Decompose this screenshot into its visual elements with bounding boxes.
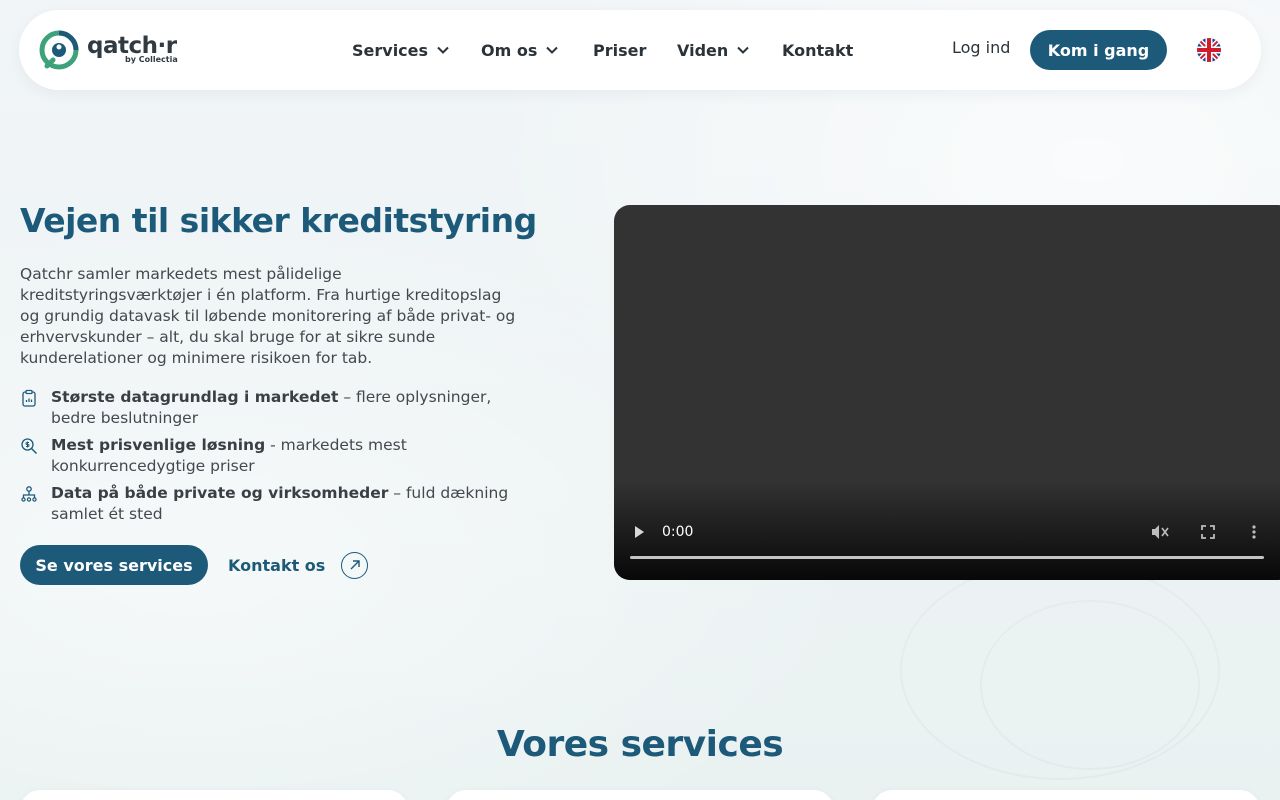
hero-lead: Qatchr samler markedets mest pålidelige …	[20, 265, 516, 367]
price-search-icon	[21, 438, 38, 455]
service-card[interactable]	[20, 790, 408, 800]
video-controls-overlay	[614, 480, 1280, 580]
nav-item-priser[interactable]: Priser	[593, 38, 646, 62]
nav-item-kontakt[interactable]: Kontakt	[782, 38, 853, 62]
nav-item-label: Priser	[593, 40, 647, 60]
feature-list: Største datagrundlag i markedet – flere …	[20, 387, 530, 531]
clipboard-chart-icon	[22, 389, 36, 407]
nav-item-label: Services	[352, 40, 429, 60]
list-item: Mest prisvenlige løsning - markedets mes…	[20, 435, 530, 477]
brand-logo[interactable]: qatch·r by Collectia	[39, 30, 179, 70]
chevron-down-icon	[737, 46, 749, 54]
navbar: qatch·r by Collectia Services Om os Pris…	[19, 10, 1261, 90]
get-started-button[interactable]: Kom i gang	[1030, 30, 1167, 70]
see-services-button[interactable]: Se vores services	[20, 545, 208, 585]
feature-title: Data på både private og virksomheder	[51, 484, 389, 502]
contact-us-label: Kontakt os	[228, 555, 326, 575]
service-card[interactable]	[446, 790, 834, 800]
nav-item-om-os[interactable]: Om os	[481, 38, 559, 62]
nav-item-label: Om os	[481, 40, 538, 60]
video-progress-bar[interactable]	[630, 556, 1264, 559]
play-icon[interactable]	[632, 524, 646, 540]
video-player[interactable]: 0:00	[614, 205, 1280, 580]
services-title: Vores services	[496, 724, 784, 765]
chevron-down-icon	[546, 46, 559, 54]
contact-us-link[interactable]: Kontakt os	[228, 550, 369, 580]
brand-sub: by Collectia	[125, 55, 178, 64]
feature-title: Største datagrundlag i markedet	[51, 388, 339, 406]
nav-item-services[interactable]: Services	[352, 38, 450, 62]
nav-item-label: Kontakt	[782, 40, 854, 60]
nav-item-label: Viden	[677, 40, 729, 60]
list-item: Største datagrundlag i markedet – flere …	[20, 387, 530, 429]
qatchr-logo-icon	[39, 30, 79, 70]
feature-title: Mest prisvenlige løsning	[51, 436, 266, 454]
arrow-up-right-icon	[341, 551, 369, 579]
video-time: 0:00	[662, 524, 694, 540]
chevron-down-icon	[437, 46, 449, 54]
more-options-icon[interactable]	[1251, 524, 1257, 540]
org-chart-icon	[21, 486, 37, 502]
service-card[interactable]	[872, 790, 1260, 800]
hero-title: Vejen til sikker kreditstyring	[20, 201, 537, 240]
fullscreen-icon[interactable]	[1200, 524, 1216, 540]
nav-item-viden[interactable]: Viden	[677, 38, 750, 62]
list-item: Data på både private og virksomheder – f…	[20, 483, 530, 525]
mute-icon[interactable]	[1150, 523, 1170, 541]
uk-flag-icon[interactable]	[1197, 38, 1221, 62]
login-link[interactable]: Log ind	[952, 38, 1010, 57]
